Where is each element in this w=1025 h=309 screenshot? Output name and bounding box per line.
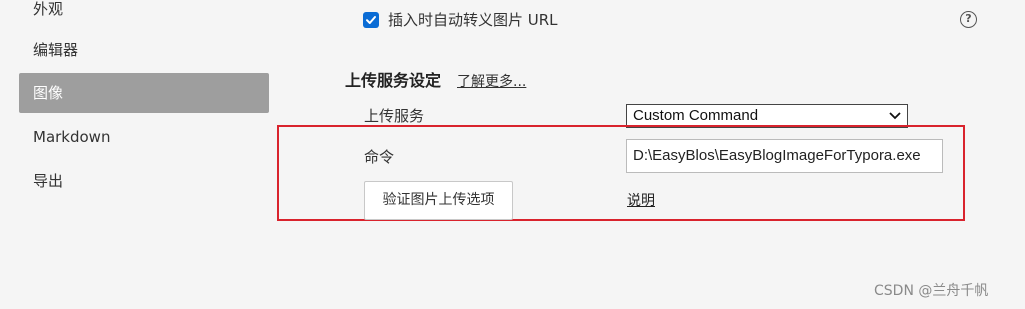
checkmark-icon [366, 16, 376, 24]
learn-more-link[interactable]: 了解更多... [457, 72, 526, 92]
upload-section-title: 上传服务设定 [345, 71, 442, 90]
watermark: CSDN @兰舟千帆 [874, 283, 989, 299]
sidebar-item-markdown[interactable]: Markdown [19, 117, 269, 157]
sidebar-item-editor[interactable]: 编辑器 [19, 30, 269, 70]
command-label: 命令 [364, 148, 395, 166]
sidebar-item-label: 编辑器 [33, 41, 79, 59]
explain-link[interactable]: 说明 [627, 191, 655, 211]
upload-service-value: Custom Command [633, 107, 759, 124]
sidebar-item-label: 图像 [33, 84, 64, 102]
auto-escape-checkbox[interactable] [363, 12, 379, 28]
auto-escape-label[interactable]: 插入时自动转义图片 URL [388, 10, 558, 30]
sidebar-item-appearance[interactable]: 外观 [19, 0, 269, 29]
sidebar-item-label: Markdown [33, 128, 111, 146]
sidebar-item-export[interactable]: 导出 [19, 161, 269, 201]
help-icon[interactable]: ? [960, 11, 977, 28]
chevron-down-icon [889, 112, 901, 120]
verify-upload-button[interactable]: 验证图片上传选项 [364, 181, 513, 220]
sidebar-item-image[interactable]: 图像 [19, 73, 269, 113]
command-input[interactable]: D:\EasyBlos\EasyBlogImageForTypora.exe [626, 139, 943, 173]
sidebar-item-label: 导出 [33, 172, 64, 190]
sidebar-item-label: 外观 [33, 0, 64, 18]
upload-service-label: 上传服务 [364, 107, 425, 125]
